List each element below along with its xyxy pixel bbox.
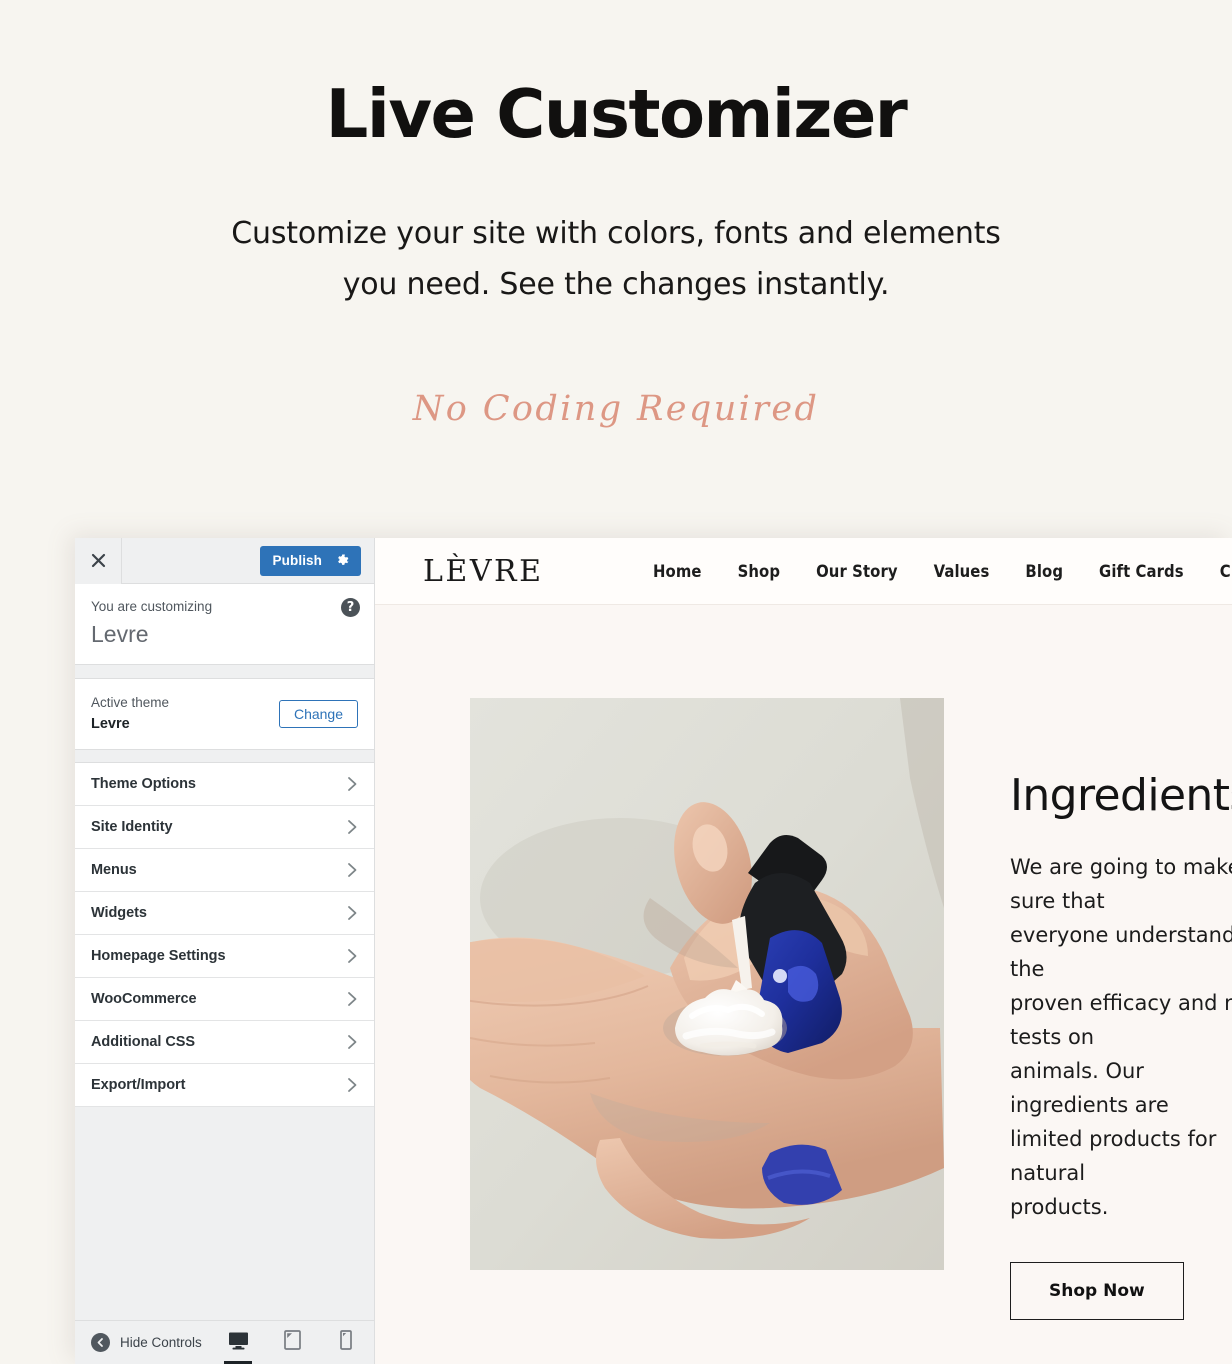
sidebar-item-woocommerce[interactable]: WooCommerce <box>75 977 374 1021</box>
site-nav: Home Shop Our Story Values Blog Gift Car… <box>653 562 1232 581</box>
active-theme-section: Active theme Levre Change <box>75 678 374 750</box>
chevron-right-icon <box>347 991 358 1007</box>
hero-accent-text: No Coding Required <box>412 388 820 429</box>
hero-section: Live Customizer Customize your site with… <box>0 0 1232 429</box>
site-logo[interactable]: LÈVRE <box>423 554 653 589</box>
customizer-footer: Hide Controls <box>75 1320 374 1364</box>
site-nav-item-home[interactable]: Home <box>653 562 702 581</box>
nav-item-label: Widgets <box>91 904 147 921</box>
customizer-topbar: Publish <box>75 538 374 584</box>
customizing-site-name: Levre <box>91 620 149 647</box>
customizing-section: You are customizing Levre ? <box>75 584 374 666</box>
product-photo <box>470 698 944 1270</box>
active-theme-name: Levre <box>91 715 130 732</box>
chevron-right-icon <box>347 1077 358 1093</box>
site-header: LÈVRE Home Shop Our Story Values Blog Gi… <box>375 538 1232 605</box>
sidebar-item-homepage-settings[interactable]: Homepage Settings <box>75 934 374 978</box>
panel-divider-top <box>75 665 374 679</box>
nav-item-label: Theme Options <box>91 775 196 792</box>
nav-item-label: Homepage Settings <box>91 947 226 964</box>
site-nav-item-our-story[interactable]: Our Story <box>816 562 898 581</box>
site-nav-item-contact[interactable]: C <box>1220 562 1231 581</box>
collapse-arrow-icon <box>91 1333 110 1352</box>
active-theme-info: Active theme Levre <box>91 693 279 735</box>
close-icon <box>91 553 106 568</box>
site-nav-item-values[interactable]: Values <box>934 562 990 581</box>
site-nav-item-blog[interactable]: Blog <box>1025 562 1063 581</box>
active-theme-label: Active theme <box>91 695 170 711</box>
sidebar-item-site-identity[interactable]: Site Identity <box>75 805 374 849</box>
tablet-preview-button[interactable] <box>275 1321 309 1364</box>
sidebar-item-theme-options[interactable]: Theme Options <box>75 762 374 806</box>
desktop-preview-button[interactable] <box>221 1321 255 1364</box>
site-nav-item-shop[interactable]: Shop <box>738 562 781 581</box>
customizer-panel: Publish You are customizing Levre ? Acti… <box>75 538 375 1364</box>
hero-subtitle: Customize your site with colors, fonts a… <box>231 215 1001 303</box>
help-icon[interactable]: ? <box>341 598 360 617</box>
mobile-preview-button[interactable] <box>329 1321 363 1364</box>
page-title: Live Customizer <box>325 75 908 153</box>
nav-item-label: Menus <box>91 861 137 878</box>
chevron-right-icon <box>347 776 358 792</box>
publish-button[interactable]: Publish <box>259 545 361 576</box>
sidebar-item-export-import[interactable]: Export/Import <box>75 1063 374 1107</box>
nav-item-label: Additional CSS <box>91 1033 196 1050</box>
shop-now-button[interactable]: Shop Now <box>1010 1262 1184 1321</box>
chevron-right-icon <box>347 1034 358 1050</box>
product-heading: Ingredients <box>1010 770 1232 821</box>
site-preview[interactable]: LÈVRE Home Shop Our Story Values Blog Gi… <box>375 538 1232 1364</box>
chevron-right-icon <box>347 905 358 921</box>
close-customizer-button[interactable] <box>75 538 122 584</box>
sidebar-item-additional-css[interactable]: Additional CSS <box>75 1020 374 1064</box>
change-theme-button[interactable]: Change <box>278 699 358 728</box>
nav-item-label: WooCommerce <box>91 990 197 1007</box>
tablet-icon <box>283 1330 301 1355</box>
customizer-window: Publish You are customizing Levre ? Acti… <box>75 538 1232 1364</box>
help-glyph: ? <box>346 600 355 615</box>
chevron-right-icon <box>347 948 358 964</box>
site-content: Ingredients We are going to make sure th… <box>375 605 1232 1321</box>
site-nav-item-gift-cards[interactable]: Gift Cards <box>1099 562 1184 581</box>
mobile-icon <box>340 1330 352 1355</box>
product-body-text: We are going to make sure that everyone … <box>1010 855 1232 1220</box>
customizing-label: You are customizing <box>91 599 213 614</box>
panel-divider-mid <box>75 749 374 762</box>
customizer-nav-list: Theme Options Site Identity Menus Widget… <box>75 761 374 1107</box>
panel-empty-area <box>75 1106 374 1320</box>
hide-controls-label: Hide Controls <box>120 1335 202 1350</box>
sidebar-item-widgets[interactable]: Widgets <box>75 891 374 935</box>
chevron-right-icon <box>347 862 358 878</box>
gear-icon[interactable] <box>335 553 350 568</box>
product-copy: Ingredients We are going to make sure th… <box>1010 698 1232 1321</box>
device-preview-switcher <box>221 1321 363 1364</box>
nav-item-label: Export/Import <box>91 1076 186 1093</box>
hide-controls-button[interactable]: Hide Controls <box>91 1333 202 1352</box>
sidebar-item-menus[interactable]: Menus <box>75 848 374 892</box>
publish-label: Publish <box>272 553 322 568</box>
chevron-right-icon <box>347 819 358 835</box>
nav-item-label: Site Identity <box>91 818 173 835</box>
desktop-icon <box>228 1331 249 1355</box>
